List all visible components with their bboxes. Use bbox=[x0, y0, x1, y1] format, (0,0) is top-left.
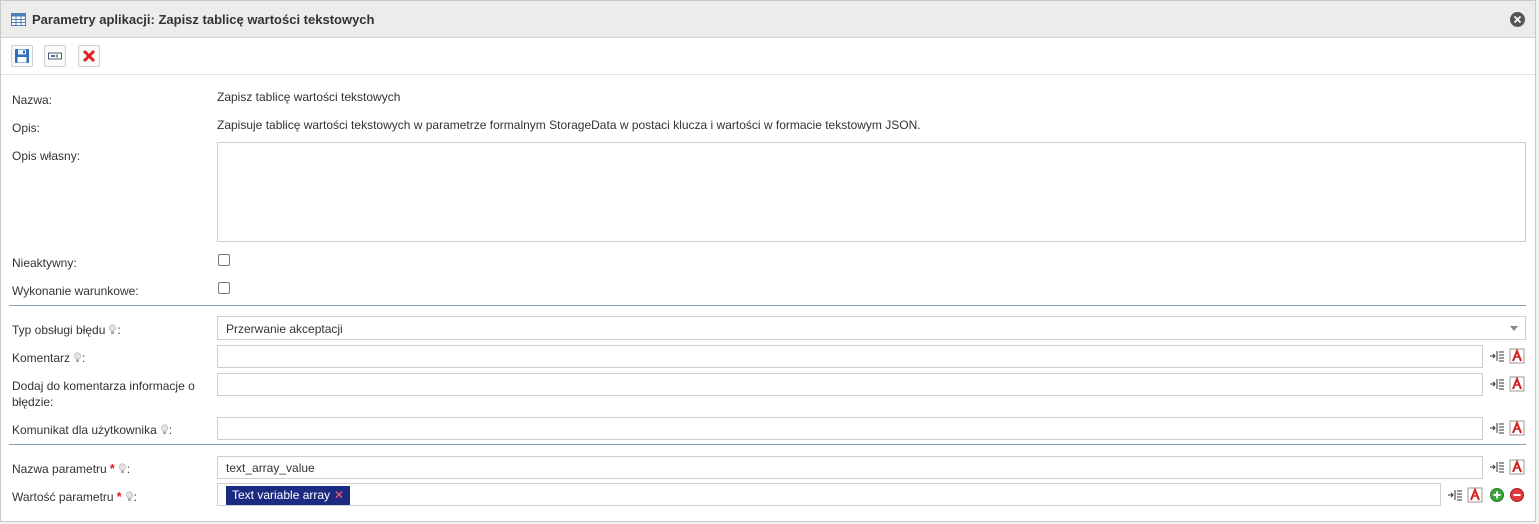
variable-chip-label: Text variable array bbox=[232, 488, 331, 502]
user-message-input[interactable] bbox=[217, 417, 1483, 440]
param-name-label-text: Nazwa parametru bbox=[12, 462, 107, 476]
hint-bulb-icon[interactable] bbox=[118, 463, 127, 474]
insert-variable-icon[interactable] bbox=[1447, 487, 1463, 503]
rename-field-icon bbox=[48, 52, 62, 60]
colon: : bbox=[168, 423, 173, 437]
required-asterisk: * bbox=[116, 489, 122, 504]
param-value-label-text: Wartość parametru bbox=[12, 490, 114, 504]
user-message-label: Komunikat dla użytkownika: bbox=[12, 422, 172, 438]
close-icon bbox=[1513, 15, 1522, 24]
toolbar bbox=[1, 39, 1535, 75]
add-error-info-label: Dodaj do komentarza informacje o błędzie… bbox=[12, 379, 195, 409]
own-description-label: Opis własny: bbox=[12, 149, 81, 163]
hint-bulb-icon[interactable] bbox=[160, 424, 169, 435]
conditional-execution-checkbox[interactable] bbox=[218, 282, 230, 294]
insert-variable-icon[interactable] bbox=[1489, 348, 1505, 364]
save-button[interactable] bbox=[11, 45, 33, 67]
colon: : bbox=[117, 323, 121, 337]
rename-button[interactable] bbox=[44, 45, 66, 67]
add-item-icon[interactable] bbox=[1489, 487, 1505, 503]
delete-button[interactable] bbox=[78, 45, 100, 67]
insert-variable-icon[interactable] bbox=[1489, 420, 1505, 436]
param-value-input[interactable]: Text variable array ✕ bbox=[217, 483, 1441, 506]
close-button[interactable] bbox=[1510, 12, 1525, 27]
insert-variable-icon[interactable] bbox=[1489, 459, 1505, 475]
comment-label: Komentarz: bbox=[12, 350, 85, 366]
expression-editor-icon[interactable] bbox=[1509, 420, 1525, 436]
colon: : bbox=[82, 351, 86, 365]
remove-chip-icon[interactable]: ✕ bbox=[334, 486, 344, 505]
title-bar: Parametry aplikacji: Zapisz tablicę wart… bbox=[1, 1, 1535, 38]
hint-bulb-icon[interactable] bbox=[125, 491, 134, 502]
name-value: Zapisz tablicę wartości tekstowych bbox=[217, 90, 401, 104]
expression-editor-icon[interactable] bbox=[1509, 376, 1525, 392]
expression-editor-icon[interactable] bbox=[1509, 459, 1525, 475]
param-name-value: text_array_value bbox=[226, 461, 315, 475]
table-icon bbox=[11, 13, 26, 26]
save-floppy-icon bbox=[15, 49, 29, 63]
error-type-select[interactable]: Przerwanie akceptacji bbox=[217, 316, 1526, 340]
error-type-label-text: Typ obsługi błędu bbox=[12, 323, 106, 337]
colon: : bbox=[126, 462, 131, 476]
window-title: Parametry aplikacji: Zapisz tablicę wart… bbox=[32, 12, 375, 27]
param-name-label: Nazwa parametru *: bbox=[12, 461, 130, 477]
section-divider bbox=[9, 305, 1526, 306]
remove-item-icon[interactable] bbox=[1509, 487, 1525, 503]
expression-editor-icon[interactable] bbox=[1509, 348, 1525, 364]
param-name-input[interactable]: text_array_value bbox=[217, 456, 1483, 479]
add-error-info-input[interactable] bbox=[217, 373, 1483, 396]
variable-chip[interactable]: Text variable array ✕ bbox=[226, 486, 351, 505]
param-value-label: Wartość parametru *: bbox=[12, 489, 137, 505]
expression-editor-icon[interactable] bbox=[1467, 487, 1483, 503]
dialog-window: Parametry aplikacji: Zapisz tablicę wart… bbox=[0, 0, 1536, 522]
error-type-label: Typ obsługi błędu: bbox=[12, 322, 121, 338]
error-type-selected-value: Przerwanie akceptacji bbox=[226, 322, 343, 336]
own-description-textarea[interactable] bbox=[217, 142, 1526, 242]
inactive-checkbox[interactable] bbox=[218, 254, 230, 266]
description-value: Zapisuje tablicę wartości tekstowych w p… bbox=[217, 118, 921, 132]
conditional-execution-label: Wykonanie warunkowe: bbox=[12, 284, 139, 298]
inactive-label: Nieaktywny: bbox=[12, 256, 77, 270]
user-message-label-text: Komunikat dla użytkownika bbox=[12, 423, 157, 437]
colon: : bbox=[133, 490, 137, 504]
comment-label-text: Komentarz bbox=[12, 351, 71, 365]
comment-input[interactable] bbox=[217, 345, 1483, 368]
name-label: Nazwa: bbox=[12, 93, 53, 107]
hint-bulb-icon[interactable] bbox=[73, 352, 82, 363]
delete-x-icon bbox=[82, 49, 96, 63]
insert-variable-icon[interactable] bbox=[1489, 376, 1505, 392]
dropdown-arrow-icon bbox=[1510, 326, 1518, 331]
section-divider bbox=[9, 444, 1526, 445]
required-asterisk: * bbox=[109, 461, 115, 476]
description-label: Opis: bbox=[12, 121, 41, 135]
